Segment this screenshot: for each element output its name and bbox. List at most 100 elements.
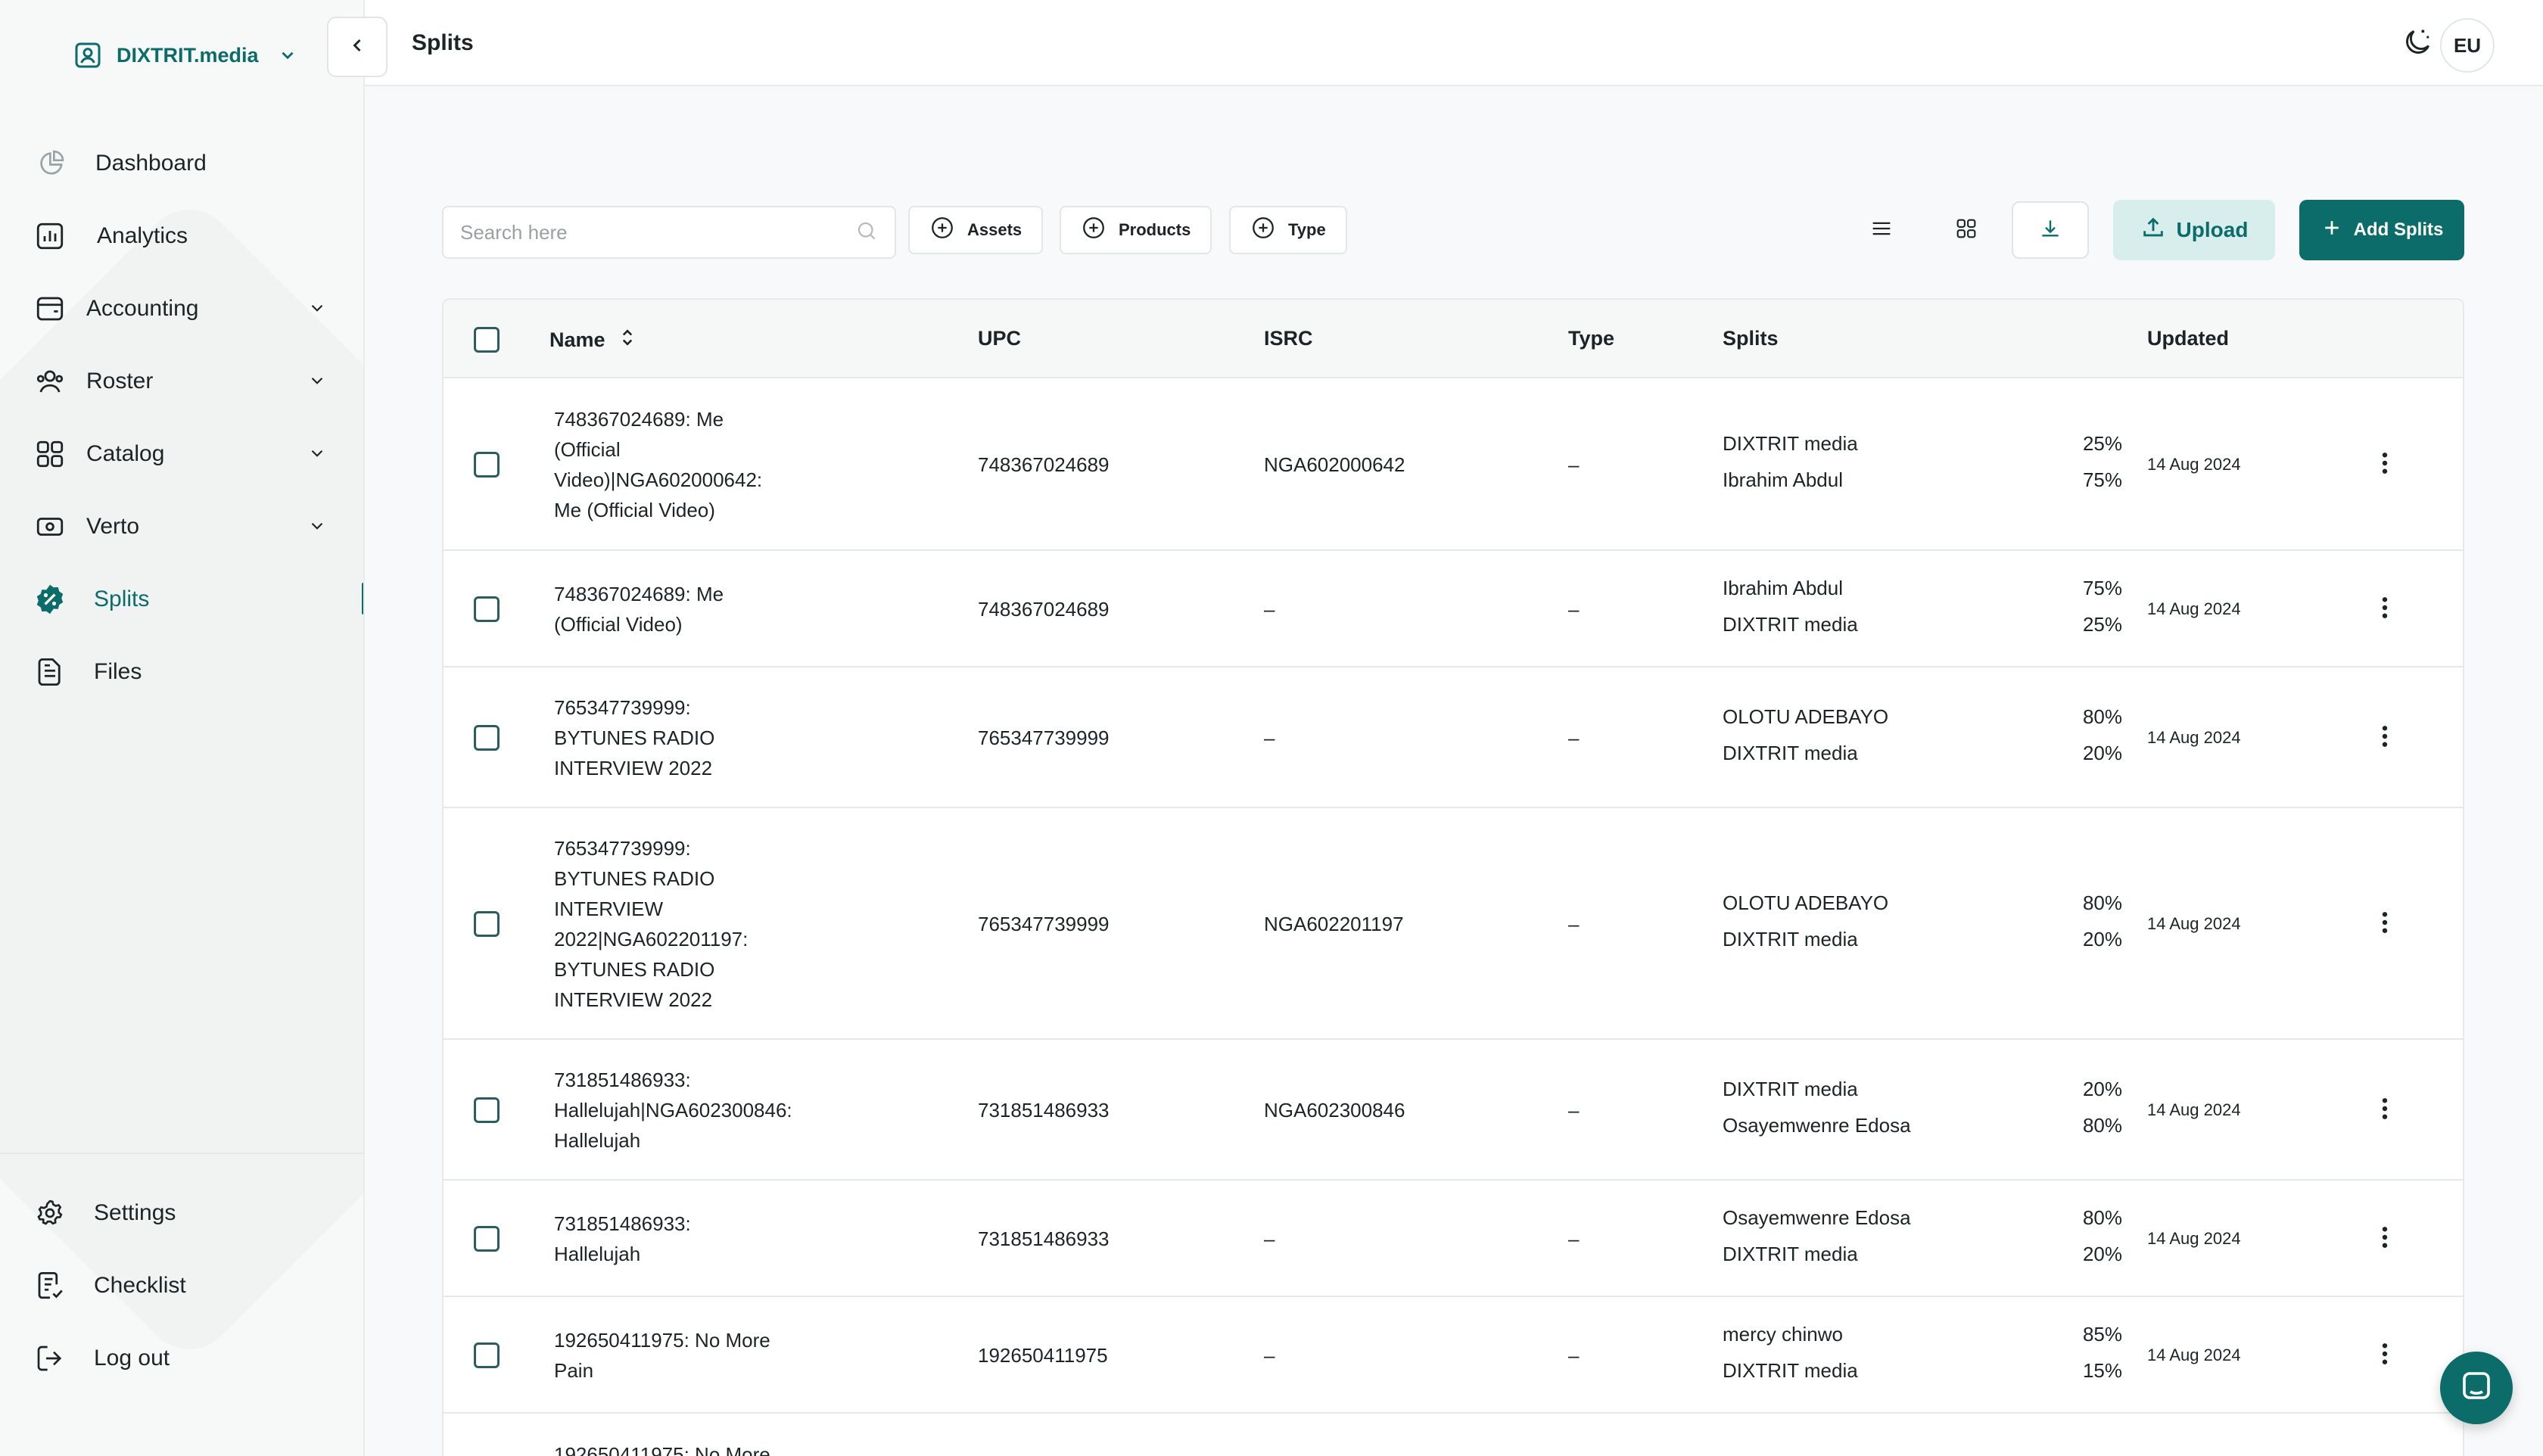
pie-chart-icon: [35, 147, 68, 180]
sidebar-item-analytics[interactable]: Analytics: [33, 200, 345, 272]
cell-name: 748367024689: Me (Official Video)|NGA60200…: [554, 404, 826, 525]
table-row[interactable]: 765347739999: BYTUNES RADIO INTERVIEW 2022…: [444, 667, 2463, 808]
sidebar-item-checklist[interactable]: Checklist: [33, 1249, 345, 1322]
split-percentage: 75%: [2082, 577, 2122, 599]
sidebar-item-files[interactable]: Files: [33, 636, 345, 708]
select-all-checkbox[interactable]: [474, 327, 500, 353]
sidebar-item-settings[interactable]: Settings: [33, 1177, 345, 1249]
search-box: [442, 206, 896, 259]
table-row[interactable]: 731851486933: Hallelujah 731851486933 – – 14 …: [444, 1181, 2463, 1297]
logout-icon: [33, 1342, 67, 1375]
row-actions-button[interactable]: [2373, 450, 2396, 480]
sidebar-item-label: Settings: [94, 1200, 176, 1225]
collapse-sidebar-button[interactable]: [327, 17, 388, 77]
cell-updated: 14 Aug 2024: [2147, 914, 2241, 933]
filter-assets-button[interactable]: Assets: [908, 206, 1044, 254]
cell-name-line: 731851486933:: [554, 1069, 691, 1091]
cell-name-line: (Official: [554, 438, 621, 461]
table-row[interactable]: 765347739999: BYTUNES RADIO INTERVIEW 2022|…: [444, 808, 2463, 1040]
filter-type-button[interactable]: Type: [1229, 206, 1347, 254]
chevron-left-icon: [347, 35, 368, 60]
row-checkbox[interactable]: [474, 1097, 500, 1123]
split-entry: DIXTRIT media 20%: [1723, 1239, 2122, 1275]
cell-name: 748367024689: Me (Official Video): [554, 579, 826, 639]
cell-isrc: –: [1264, 1344, 1275, 1367]
cell-updated: 14 Aug 2024: [2147, 599, 2241, 618]
split-party: Ibrahim Abdul: [1723, 468, 1843, 491]
cell-name-line: Hallelujah: [554, 1129, 641, 1152]
cell-name: 192650411975: No More: [554, 1439, 826, 1456]
row-actions-button[interactable]: [2373, 1340, 2396, 1370]
upload-label: Upload: [2176, 218, 2249, 241]
split-party: DIXTRIT media: [1723, 613, 1858, 636]
row-checkbox[interactable]: [474, 1226, 500, 1252]
list-view-button[interactable]: [1851, 201, 1912, 259]
split-entry: DIXTRIT media 20%: [1723, 1074, 2122, 1110]
sidebar-item-logout[interactable]: Log out: [33, 1322, 345, 1395]
sidebar-item-label: Dashboard: [95, 151, 207, 176]
filter-products-button[interactable]: Products: [1060, 206, 1212, 254]
cell-type: –: [1568, 1227, 1580, 1250]
users-icon: [33, 365, 67, 398]
cell-name-line: 748367024689: Me: [554, 408, 724, 431]
split-percentage: 20%: [2082, 1078, 2122, 1100]
cell-splits: Osayemwenre Edosa 80% DIXTRIT media 20%: [1723, 1202, 2122, 1275]
cell-name-line: 2022|NGA602201197:: [554, 928, 749, 950]
gear-icon: [33, 1196, 67, 1230]
theme-toggle-button[interactable]: [2399, 26, 2436, 62]
sidebar-item-verto[interactable]: Verto: [33, 490, 345, 563]
org-switcher[interactable]: DIXTRIT.media: [71, 38, 304, 73]
sidebar-item-splits[interactable]: Splits: [33, 563, 363, 636]
cell-type: –: [1568, 453, 1580, 476]
table-row[interactable]: 731851486933: Hallelujah|NGA602300846: Hal…: [444, 1040, 2463, 1181]
table-body: 748367024689: Me (Official Video)|NGA60200…: [444, 378, 2463, 1456]
download-button[interactable]: [2012, 201, 2089, 259]
more-vertical-icon: [2381, 1097, 2389, 1124]
row-actions-button[interactable]: [2373, 1095, 2396, 1125]
row-checkbox[interactable]: [474, 911, 500, 937]
split-party: Osayemwenre Edosa: [1723, 1114, 1911, 1137]
row-checkbox[interactable]: [474, 596, 500, 622]
table-row[interactable]: 192650411975: No More: [444, 1414, 2463, 1456]
column-header-type: Type: [1568, 327, 1615, 350]
moon-icon: [2401, 26, 2434, 63]
cell-upc: 765347739999: [978, 913, 1110, 935]
split-entry: DIXTRIT media 25%: [1723, 609, 2122, 646]
row-checkbox[interactable]: [474, 452, 500, 478]
row-actions-button[interactable]: [2373, 909, 2396, 939]
row-actions-button[interactable]: [2373, 594, 2396, 624]
grid-view-button[interactable]: [1936, 201, 1997, 259]
cell-splits: Ibrahim Abdul 75% DIXTRIT media 25%: [1723, 573, 2122, 646]
table-row[interactable]: 748367024689: Me (Official Video) 74836702…: [444, 551, 2463, 667]
split-entry: DIXTRIT media 20%: [1723, 924, 2122, 960]
cell-name-line: 748367024689: Me: [554, 583, 724, 605]
split-party: DIXTRIT media: [1723, 1243, 1858, 1265]
filter-label: Products: [1119, 220, 1191, 239]
row-checkbox[interactable]: [474, 1342, 500, 1368]
sidebar-item-roster[interactable]: Roster: [33, 345, 345, 418]
sidebar-item-dashboard[interactable]: Dashboard: [33, 127, 345, 200]
table-row[interactable]: 192650411975: No More Pain 192650411975 – – 1…: [444, 1297, 2463, 1414]
row-actions-button[interactable]: [2373, 1224, 2396, 1254]
sidebar-item-label: Files: [94, 659, 142, 684]
column-header-splits: Splits: [1723, 327, 1779, 350]
sidebar-item-accounting[interactable]: Accounting: [33, 272, 345, 345]
table-row[interactable]: 748367024689: Me (Official Video)|NGA60200…: [444, 378, 2463, 551]
split-entry: OLOTU ADEBAYO 80%: [1723, 702, 2122, 738]
upload-button[interactable]: Upload: [2113, 200, 2275, 260]
sidebar-item-catalog[interactable]: Catalog: [33, 418, 345, 490]
page-title: Splits: [412, 30, 474, 55]
chat-support-button[interactable]: [2440, 1352, 2513, 1424]
table-header: Name UPC ISRC Type Splits Updated: [444, 300, 2463, 378]
user-avatar[interactable]: EU: [2440, 18, 2495, 73]
add-splits-button[interactable]: Add Splits: [2299, 200, 2464, 260]
cell-name-line: 765347739999:: [554, 696, 691, 719]
more-vertical-icon: [2381, 1342, 2389, 1369]
cell-type: –: [1568, 598, 1580, 621]
topbar: Splits EU: [327, 0, 2543, 86]
sidebar: DIXTRIT.media Dashboard Analytics Accoun…: [0, 0, 365, 1456]
row-actions-button[interactable]: [2373, 723, 2396, 753]
column-header-name[interactable]: Name: [549, 327, 636, 353]
search-input[interactable]: [460, 220, 855, 244]
row-checkbox[interactable]: [474, 725, 500, 751]
